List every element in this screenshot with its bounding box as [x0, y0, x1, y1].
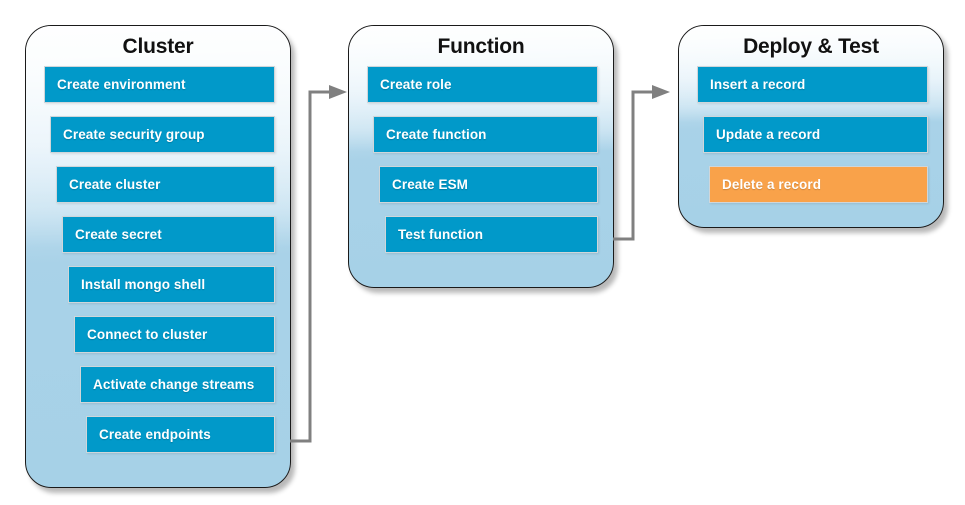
step-label: Create secret	[75, 227, 162, 242]
connector-line	[613, 90, 654, 241]
connector-line	[290, 90, 331, 443]
step-label: Create cluster	[69, 177, 161, 192]
step-label: Create ESM	[392, 177, 469, 192]
step-label: Create environment	[57, 77, 186, 92]
step-create-cluster[interactable]: Create cluster	[56, 166, 275, 203]
phase-function: Function Create role Create function Cre…	[348, 25, 614, 288]
step-create-secret[interactable]: Create secret	[62, 216, 275, 253]
arrowhead-icon	[329, 85, 347, 99]
step-install-mongo-shell[interactable]: Install mongo shell	[68, 266, 275, 303]
phase-deploy-test: Deploy & Test Insert a record Update a r…	[678, 25, 944, 228]
step-insert-a-record[interactable]: Insert a record	[697, 66, 928, 103]
phase-function-steps: Create role Create function Create ESM T…	[349, 66, 613, 253]
step-label: Test function	[398, 227, 484, 242]
step-label: Insert a record	[710, 77, 806, 92]
step-update-a-record[interactable]: Update a record	[703, 116, 928, 153]
arrowhead-icon	[652, 85, 670, 99]
step-create-security-group[interactable]: Create security group	[50, 116, 275, 153]
phase-title-deploy-test: Deploy & Test	[743, 35, 879, 58]
step-create-esm[interactable]: Create ESM	[379, 166, 598, 203]
phase-deploy-test-steps: Insert a record Update a record Delete a…	[679, 66, 943, 203]
step-delete-a-record[interactable]: Delete a record	[709, 166, 928, 203]
step-label: Create endpoints	[99, 427, 211, 442]
step-label: Delete a record	[722, 177, 822, 192]
phase-title-cluster: Cluster	[122, 35, 194, 58]
step-label: Create function	[386, 127, 487, 142]
phase-title-function: Function	[437, 35, 525, 58]
step-connect-to-cluster[interactable]: Connect to cluster	[74, 316, 275, 353]
step-label: Update a record	[716, 127, 821, 142]
step-activate-change-streams[interactable]: Activate change streams	[80, 366, 275, 403]
step-create-role[interactable]: Create role	[367, 66, 598, 103]
step-create-environment[interactable]: Create environment	[44, 66, 275, 103]
step-label: Activate change streams	[93, 377, 255, 392]
step-label: Create role	[380, 77, 452, 92]
step-test-function[interactable]: Test function	[385, 216, 598, 253]
connector-function-to-deploy	[613, 85, 670, 241]
step-label: Create security group	[63, 127, 205, 142]
diagram-canvas: Cluster Create environment Create securi…	[0, 0, 965, 505]
step-create-endpoints[interactable]: Create endpoints	[86, 416, 275, 453]
step-label: Install mongo shell	[81, 277, 206, 292]
step-label: Connect to cluster	[87, 327, 208, 342]
phase-cluster-steps: Create environment Create security group…	[26, 66, 290, 453]
phase-cluster: Cluster Create environment Create securi…	[25, 25, 291, 488]
step-create-function[interactable]: Create function	[373, 116, 598, 153]
